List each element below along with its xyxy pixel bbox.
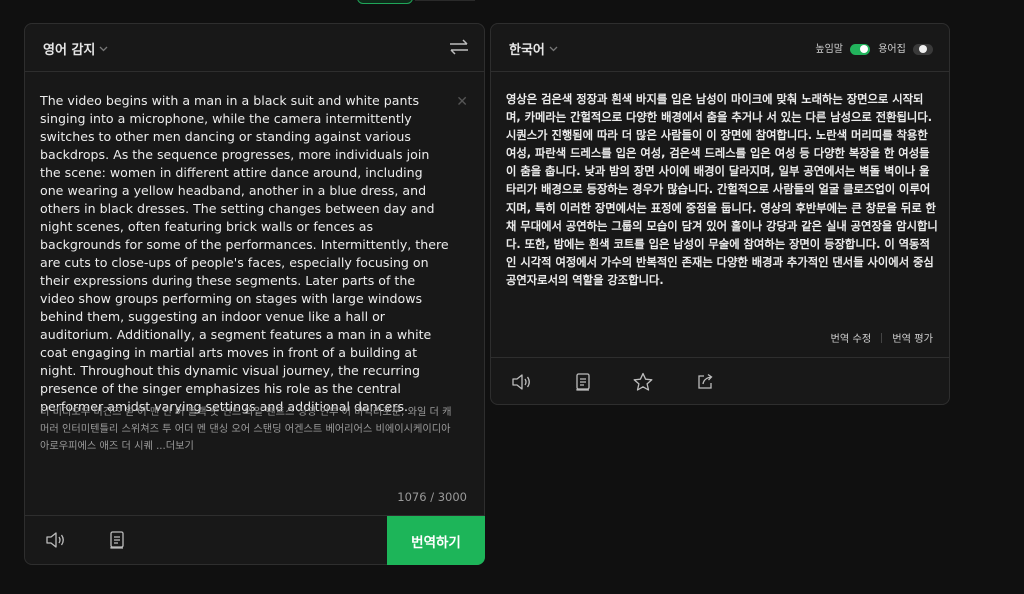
target-panel: 한국어 높임말 용어집 영상은 검은색 정장과 흰색 바지를 입은 남성이 마이… bbox=[490, 23, 950, 405]
glossary-switch[interactable] bbox=[913, 43, 933, 55]
honorific-toggle[interactable]: 높임말 bbox=[815, 40, 871, 55]
glossary-label: 용어집 bbox=[878, 44, 906, 55]
target-toggles: 높임말 용어집 bbox=[815, 40, 933, 55]
star-icon[interactable] bbox=[631, 370, 655, 394]
speaker-icon[interactable] bbox=[510, 370, 534, 394]
close-icon[interactable]: ✕ bbox=[456, 94, 468, 110]
target-language-label: 한국어 bbox=[509, 43, 545, 58]
honorific-label: 높임말 bbox=[815, 44, 844, 55]
source-header: 영어 감지 bbox=[25, 24, 484, 72]
top-tab-divider bbox=[415, 0, 475, 1]
source-language-select[interactable]: 영어 감지 bbox=[43, 39, 108, 58]
edit-translation-link[interactable]: 번역 수정 bbox=[831, 330, 872, 345]
chevron-down-icon bbox=[99, 45, 108, 55]
share-icon[interactable] bbox=[693, 370, 717, 394]
more-link[interactable]: ...더보기 bbox=[156, 441, 194, 452]
glossary-toggle[interactable]: 용어집 bbox=[878, 40, 933, 55]
source-language-label: 영어 감지 bbox=[43, 43, 96, 58]
target-language-select[interactable]: 한국어 bbox=[509, 39, 558, 58]
source-panel: 영어 감지 The video begins with a man in a b… bbox=[24, 23, 485, 565]
source-romanization: 더 비디오우 비긴즈 윋 어 맨 인 어 블랙 숫 언드 와잍 팬트스 싱잉 인… bbox=[40, 404, 455, 455]
source-footer: 번역하기 bbox=[25, 515, 485, 565]
romanization-text: 더 비디오우 비긴즈 윋 어 맨 인 어 블랙 숫 언드 와잍 팬트스 싱잉 인… bbox=[40, 407, 452, 452]
swap-arrows-icon[interactable] bbox=[448, 38, 470, 56]
top-tab-indicator bbox=[357, 0, 413, 4]
copy-icon[interactable] bbox=[105, 528, 129, 552]
target-footer bbox=[491, 357, 949, 406]
target-header: 한국어 높임말 용어집 bbox=[491, 24, 949, 72]
action-divider bbox=[881, 332, 883, 343]
source-text-input[interactable]: The video begins with a man in a black s… bbox=[40, 92, 450, 416]
honorific-switch[interactable] bbox=[850, 43, 871, 55]
translation-actions: 번역 수정 번역 평가 bbox=[831, 330, 933, 345]
rate-translation-link[interactable]: 번역 평가 bbox=[892, 330, 933, 345]
char-count: 1076 / 3000 bbox=[397, 490, 467, 504]
chevron-down-icon bbox=[549, 45, 558, 55]
translation-output: 영상은 검은색 정장과 흰색 바지를 입은 남성이 마이크에 맞춰 노래하는 장… bbox=[506, 93, 938, 287]
translate-button[interactable]: 번역하기 bbox=[387, 516, 485, 565]
copy-icon[interactable] bbox=[571, 370, 595, 394]
speaker-icon[interactable] bbox=[44, 528, 68, 552]
